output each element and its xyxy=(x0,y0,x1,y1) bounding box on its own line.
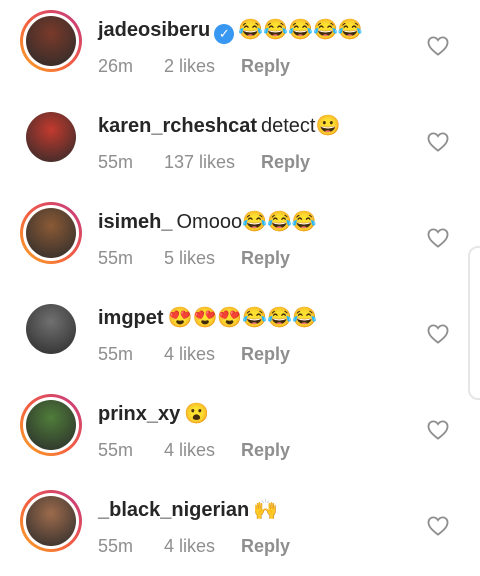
comment-line: _black_nigerian 🙌 xyxy=(98,497,278,523)
avatar-ring[interactable] xyxy=(20,10,82,72)
username-link[interactable]: karen_rcheshcat xyxy=(98,115,257,137)
username-link[interactable]: jadeosiberu xyxy=(98,19,210,41)
likes-count[interactable]: 4 likes xyxy=(164,536,215,557)
comment-item: _black_nigerian 🙌 55m 4 likes Reply xyxy=(0,480,480,576)
avatar[interactable] xyxy=(26,496,76,546)
comment-meta: 26m 2 likes Reply xyxy=(98,56,290,77)
likes-count[interactable]: 4 likes xyxy=(164,440,215,461)
comment-text: 😍😍😍😂😂😂 xyxy=(167,307,317,329)
verified-badge-icon: ✓ xyxy=(214,24,235,44)
likes-count[interactable]: 2 likes xyxy=(164,56,215,77)
avatar[interactable] xyxy=(26,16,76,66)
comment-time: 55m xyxy=(98,536,134,556)
reply-button[interactable]: Reply xyxy=(241,440,290,461)
comment-meta: 55m 137 likes Reply xyxy=(98,152,310,173)
reply-button[interactable]: Reply xyxy=(261,152,310,173)
comment-item: jadeosiberu ✓ 😂😂😂😂😂 26m 2 likes Reply xyxy=(0,0,480,96)
comment-item: isimeh_ Omooo😂😂😂 55m 5 likes Reply xyxy=(0,192,480,288)
comment-line: jadeosiberu ✓ 😂😂😂😂😂 xyxy=(98,17,363,44)
comment-meta: 55m 5 likes Reply xyxy=(98,248,290,269)
like-heart-icon[interactable] xyxy=(427,228,449,248)
comment-meta: 55m 4 likes Reply xyxy=(98,344,290,365)
comment-text: Omooo😂😂😂 xyxy=(176,211,317,233)
comment-text: 😮 xyxy=(184,403,210,425)
comment-time: 55m xyxy=(98,344,134,364)
likes-count[interactable]: 4 likes xyxy=(164,344,215,365)
like-heart-icon[interactable] xyxy=(427,36,449,56)
reply-button[interactable]: Reply xyxy=(241,344,290,365)
comment-item: karen_rcheshcat detect😀 55m 137 likes Reply xyxy=(0,96,480,192)
username-link[interactable]: imgpet xyxy=(98,307,164,329)
avatar-ring[interactable] xyxy=(20,202,82,264)
likes-count[interactable]: 137 likes xyxy=(164,152,235,173)
comment-text: 😂😂😂😂😂 xyxy=(238,19,363,41)
comment-line: isimeh_ Omooo😂😂😂 xyxy=(98,209,317,235)
reply-button[interactable]: Reply xyxy=(241,56,290,77)
like-heart-icon[interactable] xyxy=(427,132,449,152)
side-panel-edge[interactable] xyxy=(468,246,480,400)
comment-line: imgpet 😍😍😍😂😂😂 xyxy=(98,305,317,331)
reply-button[interactable]: Reply xyxy=(241,536,290,557)
avatar-ring[interactable] xyxy=(20,298,82,360)
comment-line: prinx_xy 😮 xyxy=(98,401,209,427)
comment-text: 🙌 xyxy=(253,499,279,521)
username-link[interactable]: _black_nigerian xyxy=(98,499,249,521)
comment-item: imgpet 😍😍😍😂😂😂 55m 4 likes Reply xyxy=(0,288,480,384)
like-heart-icon[interactable] xyxy=(427,324,449,344)
avatar-ring[interactable] xyxy=(20,106,82,168)
avatar[interactable] xyxy=(26,112,76,162)
avatar[interactable] xyxy=(26,208,76,258)
avatar-ring[interactable] xyxy=(20,490,82,552)
username-link[interactable]: isimeh_ xyxy=(98,211,172,233)
avatar[interactable] xyxy=(26,400,76,450)
comment-text: detect😀 xyxy=(260,115,341,137)
comment-meta: 55m 4 likes Reply xyxy=(98,440,290,461)
comment-meta: 55m 4 likes Reply xyxy=(98,536,290,557)
username-link[interactable]: prinx_xy xyxy=(98,403,180,425)
avatar[interactable] xyxy=(26,304,76,354)
reply-button[interactable]: Reply xyxy=(241,248,290,269)
comment-time: 55m xyxy=(98,152,134,172)
comment-time: 55m xyxy=(98,440,134,460)
comment-time: 55m xyxy=(98,248,134,268)
comment-time: 26m xyxy=(98,56,134,76)
likes-count[interactable]: 5 likes xyxy=(164,248,215,269)
like-heart-icon[interactable] xyxy=(427,516,449,536)
like-heart-icon[interactable] xyxy=(427,420,449,440)
comment-item: prinx_xy 😮 55m 4 likes Reply xyxy=(0,384,480,480)
comment-line: karen_rcheshcat detect😀 xyxy=(98,113,340,139)
avatar-ring[interactable] xyxy=(20,394,82,456)
